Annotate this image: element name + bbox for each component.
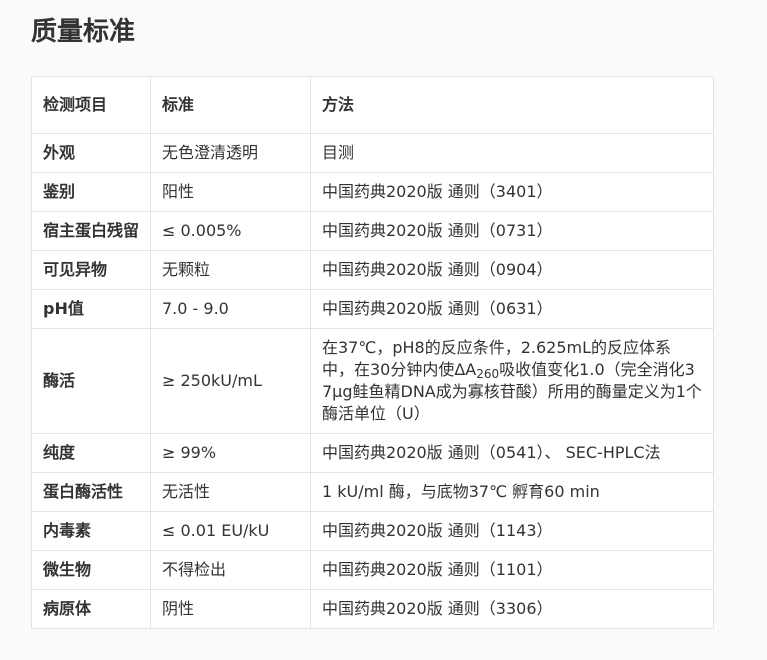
cell-standard: 无活性 [150, 472, 311, 512]
cell-method: 中国药典2020版 通则（0731） [310, 211, 714, 251]
page: 质量标准 检测项目 标准 方法 外观 无色澄清透明 目测 鉴别 阳性 中国药典2… [0, 0, 767, 660]
cell-item: 酶活 [31, 328, 151, 434]
cell-standard: 阴性 [150, 589, 311, 629]
cell-standard: ≥ 99% [150, 433, 311, 473]
cell-standard: 阳性 [150, 172, 311, 212]
table-row: 可见异物 无颗粒 中国药典2020版 通则（0904） [31, 250, 714, 290]
table-row: 内毒素 ≤ 0.01 EU/kU 中国药典2020版 通则（1143） [31, 511, 714, 551]
cell-method: 中国药典2020版 通则（1101） [310, 550, 714, 590]
header-standard: 标准 [150, 76, 311, 134]
cell-item: pH值 [31, 289, 151, 329]
cell-item: 蛋白酶活性 [31, 472, 151, 512]
page-title: 质量标准 [31, 17, 136, 47]
cell-method: 目测 [310, 133, 714, 173]
cell-item: 鉴别 [31, 172, 151, 212]
cell-standard: 无色澄清透明 [150, 133, 311, 173]
table-row: 纯度 ≥ 99% 中国药典2020版 通则（0541）、 SEC-HPLC法 [31, 433, 714, 473]
table-row: 酶活 ≥ 250kU/mL 在37℃，pH8的反应条件，2.625mL的反应体系… [31, 328, 714, 434]
cell-method: 1 kU/ml 酶，与底物37℃ 孵育60 min [310, 472, 714, 512]
cell-item: 微生物 [31, 550, 151, 590]
table-row: 蛋白酶活性 无活性 1 kU/ml 酶，与底物37℃ 孵育60 min [31, 472, 714, 512]
cell-standard: ≥ 250kU/mL [150, 328, 311, 434]
table-row: 外观 无色澄清透明 目测 [31, 133, 714, 173]
cell-standard: ≤ 0.005% [150, 211, 311, 251]
method-subscript: 260 [476, 367, 500, 381]
cell-method: 中国药典2020版 通则（1143） [310, 511, 714, 551]
cell-method: 中国药典2020版 通则（3306） [310, 589, 714, 629]
table-header-row: 检测项目 标准 方法 [31, 76, 714, 134]
cell-standard: ≤ 0.01 EU/kU [150, 511, 311, 551]
cell-item: 病原体 [31, 589, 151, 629]
cell-method: 中国药典2020版 通则（0541）、 SEC-HPLC法 [310, 433, 714, 473]
table-row: 宿主蛋白残留 ≤ 0.005% 中国药典2020版 通则（0731） [31, 211, 714, 251]
cell-standard: 不得检出 [150, 550, 311, 590]
cell-standard: 7.0 - 9.0 [150, 289, 311, 329]
header-method: 方法 [310, 76, 714, 134]
cell-method-enzyme-activity: 在37℃，pH8的反应条件，2.625mL的反应体系中，在30分钟内使ΔA260… [310, 328, 714, 434]
header-item: 检测项目 [31, 76, 151, 134]
cell-method: 中国药典2020版 通则（0631） [310, 289, 714, 329]
cell-item: 宿主蛋白残留 [31, 211, 151, 251]
cell-item: 外观 [31, 133, 151, 173]
cell-item: 纯度 [31, 433, 151, 473]
cell-item: 内毒素 [31, 511, 151, 551]
cell-standard: 无颗粒 [150, 250, 311, 290]
table-row: 鉴别 阳性 中国药典2020版 通则（3401） [31, 172, 714, 212]
quality-standard-table: 检测项目 标准 方法 外观 无色澄清透明 目测 鉴别 阳性 中国药典2020版 … [31, 76, 714, 629]
cell-method: 中国药典2020版 通则（3401） [310, 172, 714, 212]
table-row: 病原体 阴性 中国药典2020版 通则（3306） [31, 589, 714, 629]
table-row: pH值 7.0 - 9.0 中国药典2020版 通则（0631） [31, 289, 714, 329]
cell-item: 可见异物 [31, 250, 151, 290]
cell-method: 中国药典2020版 通则（0904） [310, 250, 714, 290]
table-row: 微生物 不得检出 中国药典2020版 通则（1101） [31, 550, 714, 590]
